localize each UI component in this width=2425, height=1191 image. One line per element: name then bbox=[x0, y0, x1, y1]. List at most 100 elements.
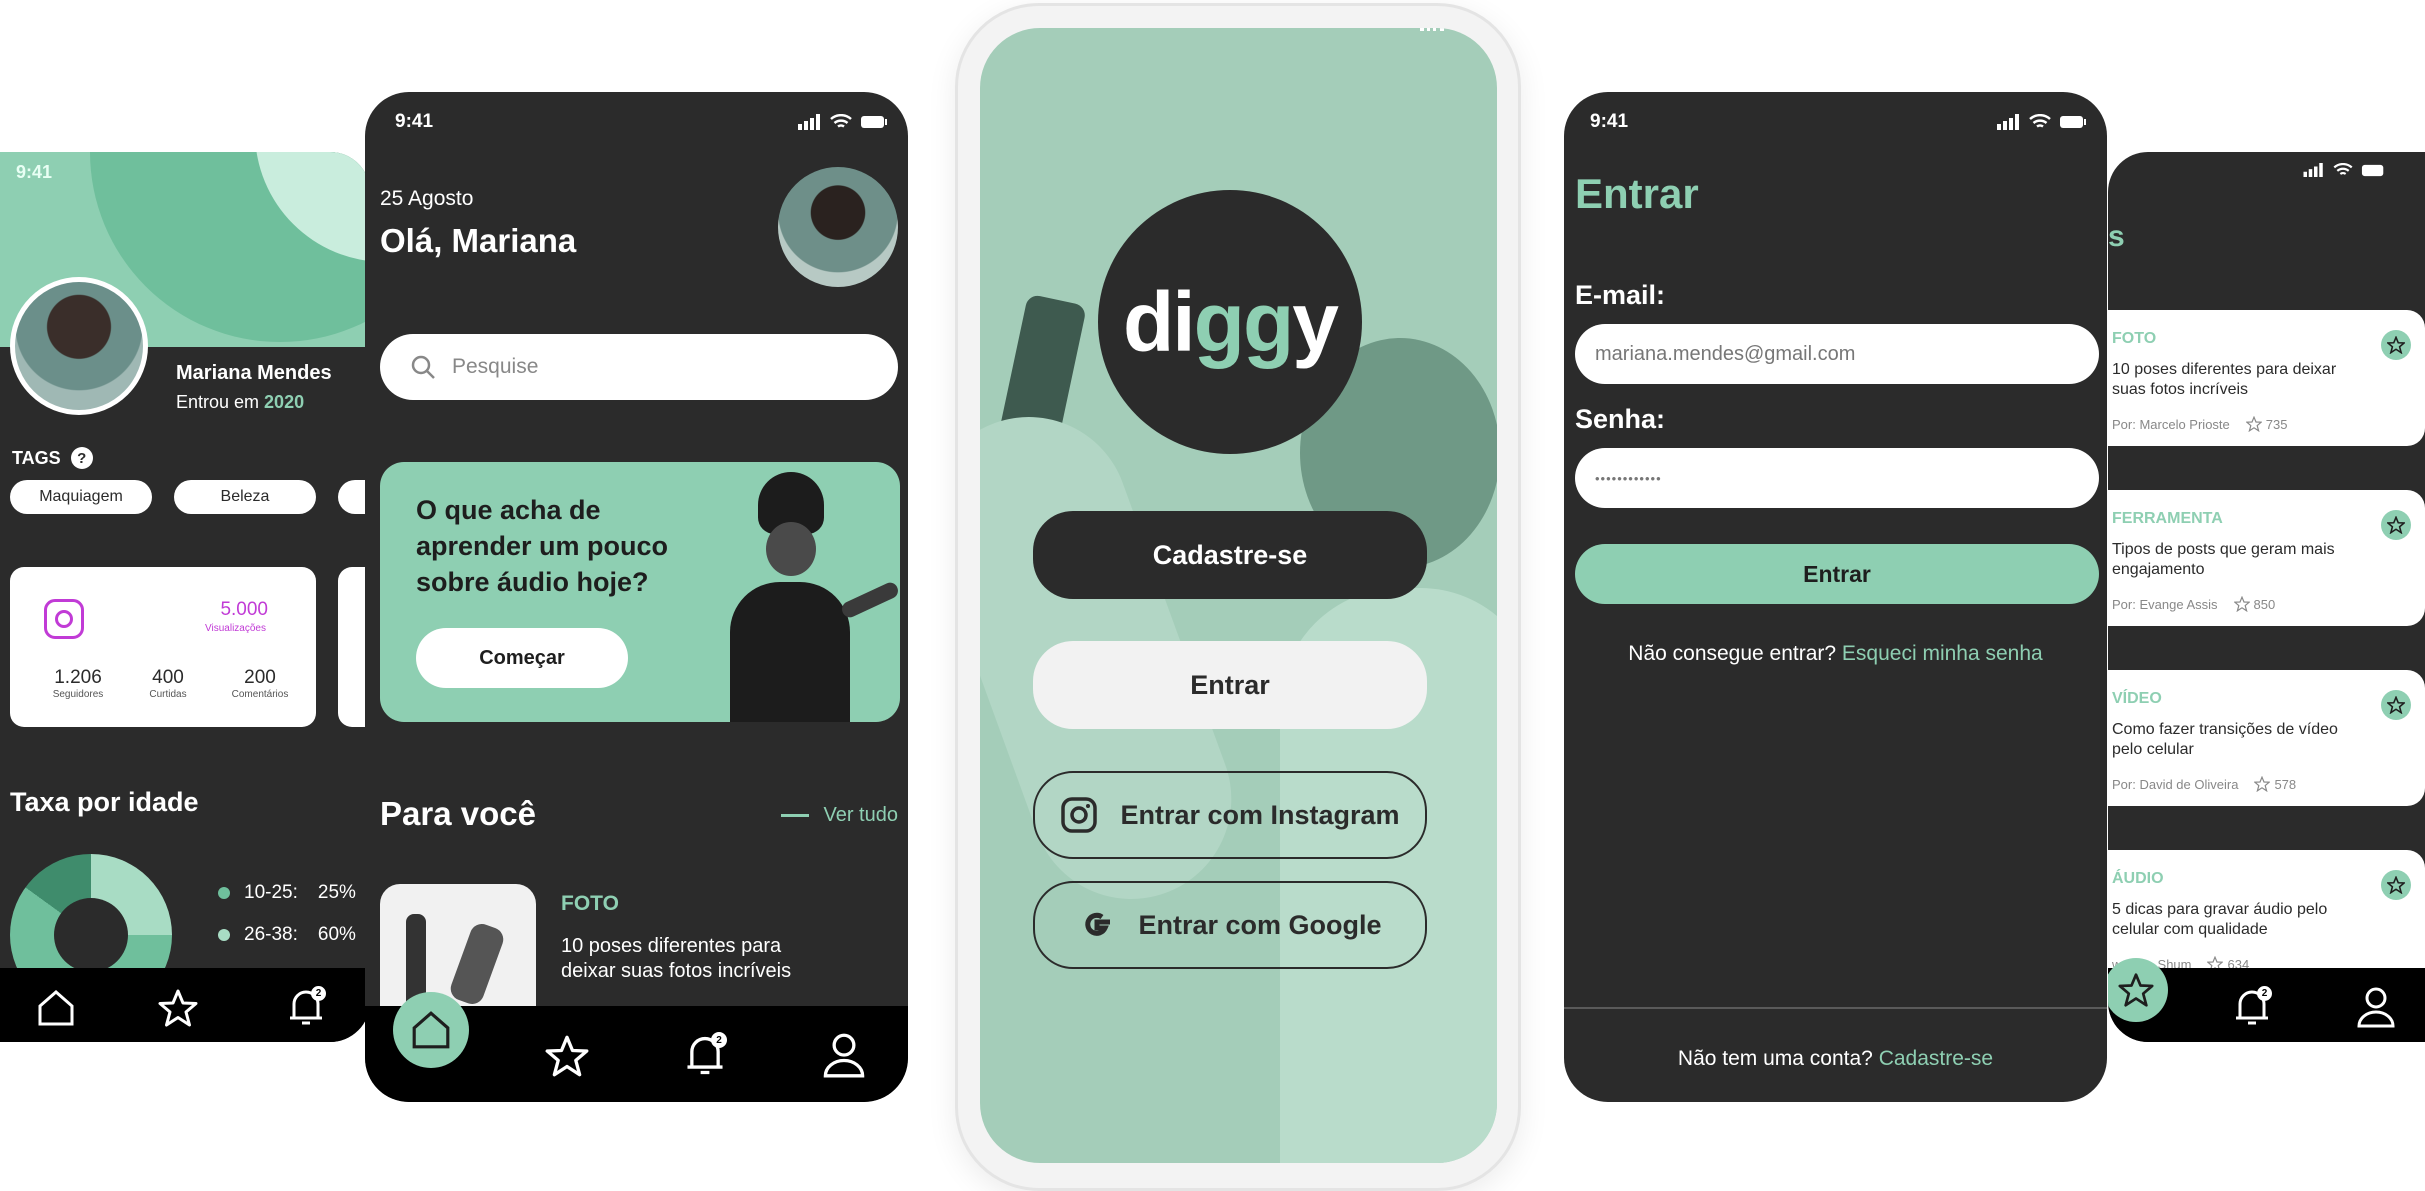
content-list-screen: s FOTO 10 poses diferentes para deixar s… bbox=[2108, 152, 2425, 1042]
top-notch-dots bbox=[1420, 28, 1444, 34]
content-card[interactable]: FOTO 10 poses diferentes para deixar sua… bbox=[2108, 310, 2425, 446]
content-title: 5 dicas para gravar áudio pelo celular c… bbox=[2112, 901, 2328, 938]
status-time: 9:41 bbox=[16, 161, 53, 182]
instagram-icon bbox=[44, 599, 84, 639]
content-category: ÁUDIO bbox=[2112, 870, 2164, 887]
favorites-tab-active[interactable] bbox=[2108, 958, 2168, 1022]
bottom-nav: 2 bbox=[0, 968, 370, 1042]
favorite-button[interactable] bbox=[2381, 510, 2411, 540]
start-button[interactable]: Começar bbox=[416, 628, 628, 688]
content-category: FERRAMENTA bbox=[2112, 510, 2223, 527]
forgot-password-link[interactable]: Esqueci minha senha bbox=[1842, 642, 2043, 665]
login-screen: 9:41 Entrar E-mail: mariana.mendes@gmail… bbox=[1564, 92, 2107, 1102]
bell-icon[interactable]: 2 bbox=[683, 1032, 727, 1078]
avatar[interactable] bbox=[10, 277, 148, 415]
home-icon[interactable] bbox=[36, 988, 76, 1028]
stat-item: 200 Comentários bbox=[231, 667, 289, 700]
promo-illustration bbox=[680, 472, 900, 722]
wifi-icon bbox=[2029, 114, 2051, 128]
bell-icon[interactable]: 2 bbox=[286, 986, 326, 1028]
promo-text: O que acha de aprender um pouco sobre áu… bbox=[416, 495, 669, 597]
status-icons bbox=[798, 114, 888, 130]
diggy-logo: di gg y bbox=[1098, 190, 1362, 454]
notification-badge: 2 bbox=[311, 986, 326, 1001]
signal-icon bbox=[2303, 163, 2323, 177]
home-screen: 9:41 25 Agosto Olá, Mariana Pesquise O q… bbox=[365, 92, 908, 1102]
profile-icon[interactable] bbox=[2356, 986, 2396, 1028]
search-bar[interactable]: Pesquise bbox=[380, 334, 898, 400]
search-input[interactable]: Pesquise bbox=[452, 355, 538, 379]
splash-screen: di gg y Cadastre-se Entrar Entrar com Inst… bbox=[980, 28, 1497, 1163]
password-label: Senha: bbox=[1575, 404, 1666, 434]
profile-name: Mariana Mendes bbox=[176, 362, 332, 384]
favorite-button[interactable] bbox=[2381, 330, 2411, 360]
views-label: Visualizações bbox=[205, 623, 266, 634]
content-card[interactable]: FERRAMENTA Tipos de posts que geram mais… bbox=[2108, 490, 2425, 626]
star-icon bbox=[2254, 776, 2271, 792]
battery-icon bbox=[2361, 164, 2384, 176]
star-icon bbox=[2387, 696, 2405, 714]
signup-prompt: Não tem uma conta? Cadastre-se bbox=[1677, 1047, 1994, 1070]
home-tab-active[interactable] bbox=[393, 992, 469, 1068]
content-meta: Por: David de Oliveira 578 bbox=[2112, 776, 2297, 792]
tag-chip[interactable]: Maquiagem bbox=[10, 480, 152, 514]
content-title[interactable]: 10 poses diferentes para deixar suas fot… bbox=[561, 934, 811, 984]
bottom-nav: 2 bbox=[2108, 958, 2425, 1042]
battery-icon bbox=[861, 116, 887, 128]
star-icon bbox=[2387, 516, 2405, 534]
content-category: FOTO bbox=[2112, 330, 2157, 347]
promo-card: O que acha de aprender um pouco sobre áu… bbox=[380, 462, 900, 722]
tag-chip[interactable]: Beleza bbox=[174, 480, 316, 514]
star-icon bbox=[2387, 336, 2405, 354]
star-icon[interactable] bbox=[158, 988, 198, 1028]
instagram-login-button[interactable]: Entrar com Instagram bbox=[1033, 771, 1427, 859]
google-login-button[interactable]: Entrar com Google bbox=[1033, 881, 1427, 969]
content-card[interactable]: VÍDEO Como fazer transições de vídeo pel… bbox=[2108, 670, 2425, 806]
wifi-icon bbox=[2333, 163, 2353, 175]
status-icons bbox=[1997, 114, 2087, 130]
favorite-button[interactable] bbox=[2381, 870, 2411, 900]
age-title: Taxa por idade bbox=[10, 787, 199, 817]
status-time: 9:41 bbox=[395, 111, 434, 132]
signal-icon bbox=[1997, 114, 2019, 130]
tags-label: TAGS ? bbox=[12, 447, 93, 469]
age-legend-item: 26-38: 60% bbox=[218, 924, 356, 946]
content-category: FOTO bbox=[561, 892, 619, 915]
star-icon bbox=[2118, 973, 2154, 1007]
greeting-title: Olá, Mariana bbox=[380, 222, 577, 259]
star-icon bbox=[2245, 416, 2262, 432]
signup-button[interactable]: Cadastre-se bbox=[1033, 511, 1427, 599]
stats-card: 5.000 Visualizações 1.206 Seguidores 400… bbox=[10, 567, 316, 727]
star-icon[interactable] bbox=[545, 1034, 589, 1078]
signup-link[interactable]: Cadastre-se bbox=[1879, 1047, 1993, 1070]
views-value: 5.000 bbox=[220, 599, 268, 620]
stat-item: 1.206 Seguidores bbox=[52, 667, 104, 700]
login-title: Entrar bbox=[1575, 170, 1699, 217]
wifi-icon bbox=[830, 114, 852, 128]
search-icon bbox=[411, 355, 435, 379]
section-title: Para você bbox=[380, 795, 536, 832]
password-field[interactable]: •••••••••••• bbox=[1575, 448, 2099, 508]
content-meta: Por: Marcelo Prioste 735 bbox=[2112, 416, 2288, 432]
divider bbox=[781, 814, 810, 817]
status-icons bbox=[2303, 163, 2387, 177]
submit-login-button[interactable]: Entrar bbox=[1575, 544, 2099, 604]
date-label: 25 Agosto bbox=[380, 187, 474, 210]
age-legend-item: 10-25: 25% bbox=[218, 882, 356, 904]
avatar[interactable] bbox=[778, 167, 898, 287]
login-button[interactable]: Entrar bbox=[1033, 641, 1427, 729]
profile-icon[interactable] bbox=[822, 1032, 866, 1078]
content-category: VÍDEO bbox=[2112, 690, 2162, 707]
email-field[interactable]: mariana.mendes@gmail.com bbox=[1575, 324, 2099, 384]
google-icon bbox=[1085, 912, 1111, 936]
profile-screen: 9:41 Mariana Mendes Entrou em 2020 TAGS … bbox=[0, 152, 370, 1042]
bell-icon[interactable]: 2 bbox=[2232, 986, 2272, 1028]
home-icon bbox=[412, 1011, 450, 1049]
list-heading: s bbox=[2108, 220, 2125, 253]
notification-badge: 2 bbox=[2257, 986, 2272, 1001]
see-all-link[interactable]: Ver tudo bbox=[781, 804, 898, 827]
content-meta: Por: Evange Assis 850 bbox=[2112, 596, 2276, 612]
help-icon[interactable]: ? bbox=[70, 447, 93, 469]
content-title: Tipos de posts que geram mais engajament… bbox=[2112, 541, 2335, 578]
favorite-button[interactable] bbox=[2381, 690, 2411, 720]
